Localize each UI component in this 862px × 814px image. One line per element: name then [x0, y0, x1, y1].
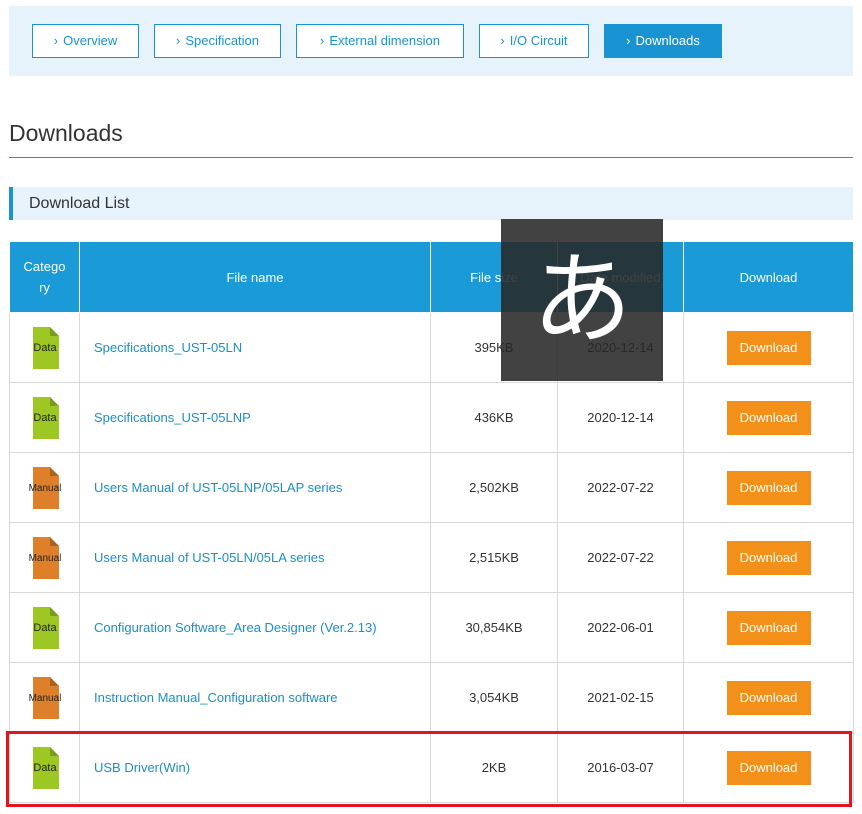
file-size-cell: 30,854KB [430, 592, 558, 663]
chevron-right-icon: › [500, 33, 505, 48]
tab-label: Downloads [635, 33, 700, 48]
table-header-row: Category File name File size Date modifi… [9, 241, 854, 313]
svg-text:Manual: Manual [28, 483, 61, 494]
tab-label: I/O Circuit [509, 33, 568, 48]
svg-text:Manual: Manual [28, 693, 61, 704]
download-button[interactable]: Download [726, 680, 811, 715]
file-name-cell: Instruction Manual_Configuration softwar… [79, 662, 431, 733]
category-cell: Manual [9, 662, 80, 733]
tab-label: Specification [185, 33, 260, 48]
download-button[interactable]: Download [726, 400, 811, 435]
category-cell: Data [9, 732, 80, 803]
tab-io-circuit[interactable]: › I/O Circuit [479, 24, 589, 58]
section-heading: Download List [9, 187, 853, 220]
file-size-cell: 2,515KB [430, 522, 558, 593]
date-modified-cell: 2016-03-07 [557, 732, 684, 803]
file-name-link[interactable]: Users Manual of UST-05LNP/05LAP series [94, 480, 342, 495]
svg-text:Data: Data [33, 622, 57, 634]
svg-text:Data: Data [33, 342, 57, 354]
table-row: Data USB Driver(Win) 2KB 2016-03-07 Download [9, 732, 854, 803]
chevron-right-icon: › [53, 33, 59, 48]
file-name-link[interactable]: Users Manual of UST-05LN/05LA series [94, 550, 325, 565]
file-name-cell: Users Manual of UST-05LNP/05LAP series [79, 452, 431, 523]
table-row: Manual Users Manual of UST-05LN/05LA seri… [9, 522, 854, 593]
category-cell: Manual [9, 522, 80, 593]
download-cell: Download [683, 312, 854, 383]
file-name-cell: Specifications_UST-05LNP [79, 382, 431, 453]
data-file-icon: Data [32, 746, 59, 789]
table-row: Manual Users Manual of UST-05LNP/05LAP se… [9, 452, 854, 523]
date-modified-cell: 2020-12-14 [557, 382, 684, 453]
tab-label: External dimension [329, 33, 440, 48]
file-size-cell: 2KB [430, 732, 558, 803]
category-cell: Manual [9, 452, 80, 523]
date-modified-cell: 2022-06-01 [557, 592, 684, 663]
file-size-cell: 2,502KB [430, 452, 558, 523]
tab-bar: › Overview › Specification › External dimen… [9, 6, 853, 76]
tab-external-dimension[interactable]: › External dimension [296, 24, 464, 58]
download-cell: Download [683, 592, 854, 663]
table-row: Data Specifications_UST-05LNP 436KB 2020-12… [9, 382, 854, 453]
file-name-cell: Specifications_UST-05LN [79, 312, 431, 383]
date-modified-cell: 2022-07-22 [557, 522, 684, 593]
file-name-link[interactable]: USB Driver(Win) [94, 760, 190, 775]
file-name-link[interactable]: Specifications_UST-05LN [94, 340, 242, 355]
column-header-category: Catego ry [9, 241, 80, 313]
data-file-icon: Data [32, 396, 59, 439]
file-name-link[interactable]: Configuration Software_Area Designer (Ve… [94, 620, 377, 635]
table-row: DataSpecifications_UST-05LN395KB2020-12-… [9, 312, 854, 383]
svg-text:Data: Data [33, 762, 57, 774]
page-title: Downloads [9, 120, 853, 158]
date-modified-cell: 2021-02-15 [557, 662, 684, 733]
file-name-cell: Users Manual of UST-05LN/05LA series [79, 522, 431, 593]
chevron-right-icon: › [320, 33, 325, 48]
manual-file-icon: Manual [28, 536, 61, 579]
file-name-cell: USB Driver(Win) [79, 732, 431, 803]
download-button[interactable]: Download [726, 470, 811, 505]
download-cell: Download [683, 452, 854, 523]
data-file-icon: Data [32, 326, 59, 369]
tab-overview[interactable]: › Overview [32, 24, 139, 58]
tab-label: Overview [63, 33, 118, 48]
category-cell: Data [9, 592, 80, 663]
download-button[interactable]: Download [726, 330, 811, 365]
svg-text:Data: Data [33, 412, 57, 424]
file-name-link[interactable]: Instruction Manual_Configuration softwar… [94, 690, 338, 705]
table-row: Data Configuration Software_Area Designer… [9, 592, 854, 663]
download-cell: Download [683, 382, 854, 453]
ime-indicator: あ [501, 219, 663, 381]
download-cell: Download [683, 522, 854, 593]
date-modified-cell: 2022-07-22 [557, 452, 684, 523]
manual-file-icon: Manual [28, 676, 61, 719]
file-size-cell: 3,054KB [430, 662, 558, 733]
file-name-link[interactable]: Specifications_UST-05LNP [94, 410, 251, 425]
file-size-cell: 436KB [430, 382, 558, 453]
download-button[interactable]: Download [726, 750, 811, 785]
download-cell: Download [683, 732, 854, 803]
data-file-icon: Data [32, 606, 59, 649]
download-button[interactable]: Download [726, 540, 811, 575]
download-button[interactable]: Download [726, 610, 811, 645]
tab-specification[interactable]: › Specification [154, 24, 281, 58]
manual-file-icon: Manual [28, 466, 61, 509]
file-name-cell: Configuration Software_Area Designer (Ve… [79, 592, 431, 663]
download-cell: Download [683, 662, 854, 733]
category-cell: Data [9, 382, 80, 453]
chevron-right-icon: › [175, 33, 181, 48]
category-cell: Data [9, 312, 80, 383]
tab-downloads[interactable]: › Downloads [604, 24, 722, 58]
column-header-download: Download [683, 241, 854, 313]
download-table: Category File name File size Date modifi… [9, 241, 854, 803]
svg-text:Manual: Manual [28, 553, 61, 564]
chevron-right-icon: › [626, 33, 631, 48]
table-row: Manual Instruction Manual_Configuration s… [9, 662, 854, 733]
column-header-file-name: File name [79, 241, 431, 313]
